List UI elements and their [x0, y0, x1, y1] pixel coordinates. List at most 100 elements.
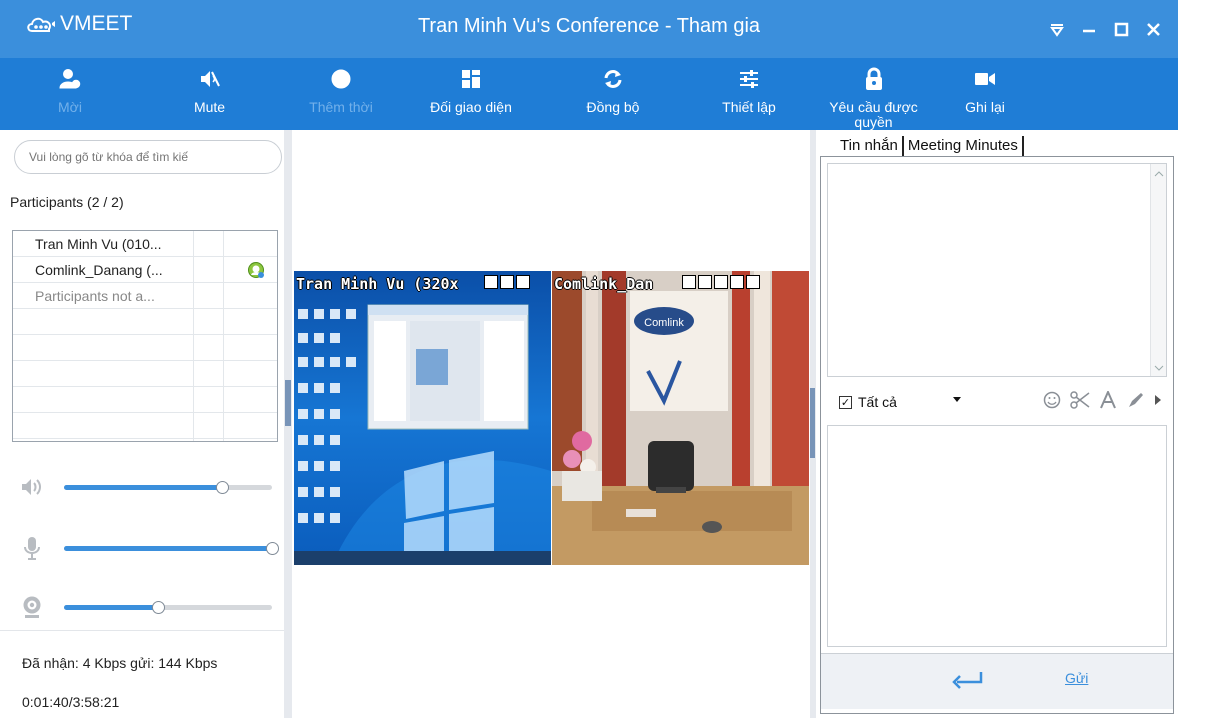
camera-knob[interactable]	[151, 601, 165, 614]
chat-input-area[interactable]	[827, 425, 1167, 647]
invite-button[interactable]: Mời	[0, 58, 140, 130]
participant-row[interactable]: Comlink_Danang (...	[13, 257, 277, 283]
chat-panel: Tin nhắn Meeting Minutes ✓ Tất cả Gửi	[816, 130, 1178, 718]
microphone-icon	[18, 537, 46, 560]
title-bar[interactable]: VMEET Tran Minh Vu's Conference - Tham g…	[0, 0, 1178, 58]
more-arrow-icon[interactable]	[1153, 389, 1163, 411]
video-host-controls	[484, 275, 530, 289]
video-host-window-icon[interactable]	[516, 275, 530, 289]
video-tile-comlink[interactable]: Comlink Comlink_Dan	[552, 271, 809, 565]
svg-text:Comlink: Comlink	[644, 317, 684, 329]
mute-label: Mute	[193, 99, 226, 115]
video-host-label: Tran Minh Vu (320x	[296, 275, 459, 293]
invite-label: Mời	[58, 99, 82, 115]
video-area: Tran Minh Vu (320x Comlink Comlink_Dan	[292, 130, 810, 718]
maximize-icon[interactable]	[1112, 20, 1130, 38]
window-title: Tran Minh Vu's Conference - Tham gia	[417, 15, 761, 37]
menu-down-icon[interactable]	[1048, 20, 1066, 38]
vmeet-window: VMEET Tran Minh Vu's Conference - Tham g…	[0, 0, 1178, 718]
main-toolbar: Mời Mute Thêm thời Đối giao diện Đồng bộ…	[0, 58, 1178, 130]
video-comlink-label: Comlink_Dan	[554, 275, 654, 293]
settings-button[interactable]: Thiết lập	[687, 58, 811, 130]
recipient-checkbox[interactable]: ✓	[839, 395, 852, 409]
video-comlink-chat-icon[interactable]	[714, 275, 728, 289]
video-host-webcam-icon[interactable]	[484, 275, 498, 289]
participant-search-input[interactable]	[14, 140, 282, 174]
clock-icon	[330, 68, 352, 93]
record-label: Ghi lại	[965, 99, 1005, 115]
layout-icon	[461, 69, 481, 92]
recipient-label: Tất cả	[858, 394, 897, 410]
mic-knob[interactable]	[266, 542, 279, 555]
sync-label: Đồng bộ	[586, 99, 640, 115]
emoji-icon[interactable]	[1041, 389, 1063, 411]
camera-track[interactable]	[64, 601, 272, 614]
window-controls	[1048, 20, 1162, 38]
video-comlink-camera-icon[interactable]	[682, 275, 696, 289]
video-comlink-controls	[682, 275, 760, 289]
speaker-knob[interactable]	[216, 481, 230, 494]
scissors-icon[interactable]	[1069, 389, 1091, 411]
participant-row[interactable]: Participants not a...	[13, 283, 277, 309]
chat-frame: ✓ Tất cả Gửi	[820, 156, 1174, 714]
font-icon[interactable]	[1097, 389, 1119, 411]
settings-label: Thiết lập	[722, 99, 776, 115]
change-layout-button[interactable]: Đối giao diện	[403, 58, 539, 130]
webcam-icon	[18, 596, 46, 618]
mic-volume-slider[interactable]	[18, 537, 279, 560]
video-host-screen-icon[interactable]	[500, 275, 514, 289]
record-button[interactable]: Ghi lại	[936, 58, 1034, 130]
participant-name: Participants not a...	[35, 288, 155, 304]
chevron-down-icon[interactable]	[953, 397, 961, 402]
video-comlink-window-icon[interactable]	[746, 275, 760, 289]
meeting-timer: 0:01:40/3:58:21	[22, 694, 120, 710]
video-comlink-mic-icon[interactable]	[698, 275, 712, 289]
add-time-button[interactable]: Thêm thời	[279, 58, 403, 130]
mute-button[interactable]: Mute	[140, 58, 279, 130]
chat-controls: ✓ Tất cả	[827, 383, 1167, 419]
mic-track[interactable]	[64, 542, 279, 555]
request-permission-button[interactable]: Yêu cầu được quyền	[811, 58, 936, 130]
minimize-icon[interactable]	[1080, 20, 1098, 38]
invite-user-icon	[59, 68, 81, 93]
app-canvas: VMEET Tran Minh Vu's Conference - Tham g…	[0, 0, 1228, 718]
recipient-select[interactable]: ✓ Tất cả	[827, 391, 965, 413]
enter-icon[interactable]	[951, 670, 985, 694]
mic-fill	[64, 546, 272, 551]
speaker-fill	[64, 485, 223, 490]
left-collapse-handle[interactable]	[285, 380, 291, 426]
left-splitter[interactable]	[284, 130, 292, 718]
format-toolbar	[1041, 389, 1163, 411]
speaker-icon	[18, 476, 46, 498]
sync-icon	[602, 68, 624, 93]
video-tile-host[interactable]: Tran Minh Vu (320x	[294, 271, 551, 565]
camera-fill	[64, 605, 158, 610]
add-time-label: Thêm thời	[309, 99, 373, 115]
bandwidth-stats: Đã nhận: 4 Kbps gửi: 144 Kbps	[22, 655, 218, 671]
stats-divider	[0, 630, 287, 631]
participant-name: Tran Minh Vu (010...	[35, 236, 162, 252]
speaker-volume-slider[interactable]	[18, 476, 278, 498]
video-comlink-screen-icon[interactable]	[730, 275, 744, 289]
participants-list[interactable]: Tran Minh Vu (010... Comlink_Danang (...…	[12, 230, 278, 442]
settings-sliders-icon	[738, 68, 760, 93]
close-icon[interactable]	[1144, 20, 1162, 38]
request-permission-label: Yêu cầu được quyền	[829, 99, 918, 130]
speaker-track[interactable]	[64, 481, 272, 494]
tab-meeting-minutes[interactable]: Meeting Minutes	[904, 136, 1024, 156]
change-layout-label: Đối giao diện	[430, 99, 512, 115]
pen-icon[interactable]	[1125, 389, 1147, 411]
camera-slider[interactable]	[18, 596, 278, 618]
participant-row[interactable]: Tran Minh Vu (010...	[13, 231, 277, 257]
chat-scrollbar[interactable]	[1150, 164, 1166, 376]
lock-icon	[864, 67, 884, 94]
send-button[interactable]: Gửi	[1065, 670, 1088, 686]
chat-tabs: Tin nhắn Meeting Minutes	[836, 136, 1024, 156]
participants-panel: Participants (2 / 2) Tran Minh Vu (010..…	[0, 130, 287, 718]
record-camera-icon	[974, 70, 996, 91]
participants-header: Participants (2 / 2)	[10, 194, 124, 210]
send-bar: Gửi	[821, 653, 1173, 709]
tab-messages[interactable]: Tin nhắn	[836, 136, 904, 156]
sync-button[interactable]: Đồng bộ	[539, 58, 687, 130]
chat-messages-area[interactable]	[827, 163, 1167, 377]
